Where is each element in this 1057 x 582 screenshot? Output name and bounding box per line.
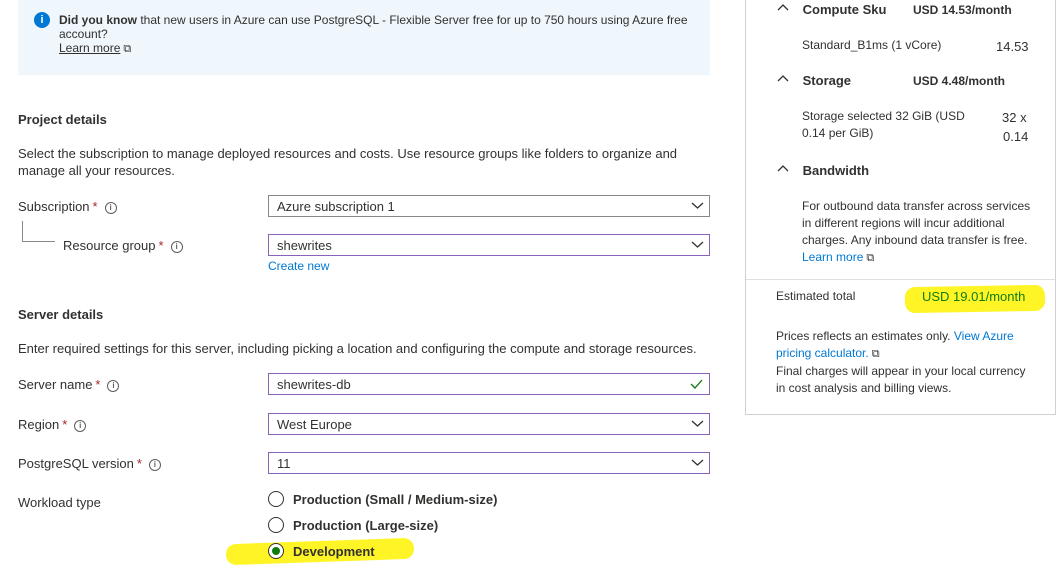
chevron-up-icon [777,73,789,88]
radio-button[interactable] [268,491,284,507]
info-circle-icon[interactable]: i [107,380,120,392]
resource-group-select[interactable]: shewrites [268,234,710,256]
workload-type-label: Workload type [18,495,101,510]
server-details-desc: Enter required settings for this server,… [18,341,697,356]
required-mark: * [62,417,68,432]
external-link-icon: ⧉ [123,43,132,55]
server-name-input[interactable]: shewrites-db [268,373,710,395]
subscription-label-text: Subscription [18,199,90,214]
workload-option-large[interactable]: Production (Large-size) [268,517,438,533]
banner-learn-more-link[interactable]: Learn more [59,41,120,55]
create-new-link[interactable]: Create new [268,259,329,273]
external-link-icon: ⧉ [866,252,875,264]
workload-option-label: Development [293,544,375,559]
info-circle-icon[interactable]: i [104,202,117,214]
project-details-title: Project details [18,112,107,127]
region-value: West Europe [277,417,352,432]
banner-message: that new users in Azure can use PostgreS… [59,13,688,41]
chevron-down-icon [691,237,704,251]
compute-sku-header[interactable]: Compute Sku [777,2,886,17]
info-circle-icon[interactable]: i [170,241,183,253]
chevron-up-icon [777,2,789,17]
bandwidth-description: For outbound data transfer across servic… [802,199,1031,247]
resource-group-value: shewrites [277,238,332,253]
banner-learn-more-label: Learn more [59,41,121,55]
postgres-version-label-text: PostgreSQL version [18,456,134,471]
resource-group-label: Resource group * i [63,238,183,253]
required-mark: * [95,377,101,392]
chevron-up-icon [777,163,789,178]
subscription-label: Subscription * i [18,199,117,214]
server-details-title: Server details [18,307,104,322]
server-name-value: shewrites-db [277,377,351,392]
radio-button[interactable] [268,517,284,533]
subscription-select[interactable]: Azure subscription 1 [268,195,710,217]
chevron-down-icon [691,455,704,469]
project-details-desc: Select the subscription to manage deploy… [18,146,678,178]
workload-option-development[interactable]: Development [268,543,375,559]
tree-connector [22,221,55,242]
estimated-total-label: Estimated total [776,289,856,303]
info-icon: i [34,12,50,28]
storage-amount: USD 4.48/month [913,74,1006,88]
postgres-version-select[interactable]: 11 [268,452,710,474]
info-circle-icon[interactable]: i [74,420,87,432]
pricing-note: Prices reflects an estimates only. View … [776,328,1026,397]
pricing-note-text: Prices reflects an estimates only. [776,329,951,343]
workload-option-label: Production (Small / Medium-size) [293,492,498,507]
info-circle-icon[interactable]: i [148,459,161,471]
server-name-label-text: Server name [18,377,93,392]
workload-option-label: Production (Large-size) [293,518,439,533]
region-label: Region * i [18,417,87,432]
storage-header[interactable]: Storage [777,73,851,88]
resource-group-label-text: Resource group [63,238,156,253]
storage-title: Storage [802,73,852,88]
bandwidth-header[interactable]: Bandwidth [777,163,869,178]
server-name-label: Server name * i [18,377,120,392]
bandwidth-title: Bandwidth [802,163,870,178]
postgres-version-value: 11 [277,456,291,471]
region-label-text: Region [18,417,60,432]
divider [746,279,1055,280]
region-select[interactable]: West Europe [268,413,710,435]
subscription-value: Azure subscription 1 [277,199,395,214]
external-link-icon: ⧉ [871,348,880,360]
compute-sku-amount: USD 14.53/month [913,3,1012,17]
pricing-note-billing: Final charges will appear in your local … [776,364,1026,395]
bandwidth-learn-more-link[interactable]: Learn more [802,250,863,264]
storage-item-value-2: 0.14 [1003,129,1029,144]
storage-item-value-1: 32 x [1002,110,1027,125]
banner-bold: Did you know [59,13,137,27]
required-mark: * [158,238,164,253]
bandwidth-text: For outbound data transfer across servic… [802,198,1032,267]
chevron-down-icon [691,198,704,212]
postgres-version-label: PostgreSQL version * i [18,456,161,471]
compute-sku-item: Standard_B1ms (1 vCore) [802,38,942,52]
workload-option-small-medium[interactable]: Production (Small / Medium-size) [268,491,497,507]
required-mark: * [92,199,98,214]
checkmark-icon [690,376,703,395]
required-mark: * [136,456,142,471]
radio-button-selected[interactable] [268,543,284,559]
chevron-down-icon [691,416,704,430]
compute-sku-title: Compute Sku [802,2,887,17]
estimated-total-value: USD 19.01/month [922,289,1026,304]
storage-item: Storage selected 32 GiB (USD 0.14 per Gi… [802,109,965,140]
compute-sku-item-value: 14.53 [996,39,1029,54]
banner-text: Did you know that new users in Azure can… [59,13,699,56]
